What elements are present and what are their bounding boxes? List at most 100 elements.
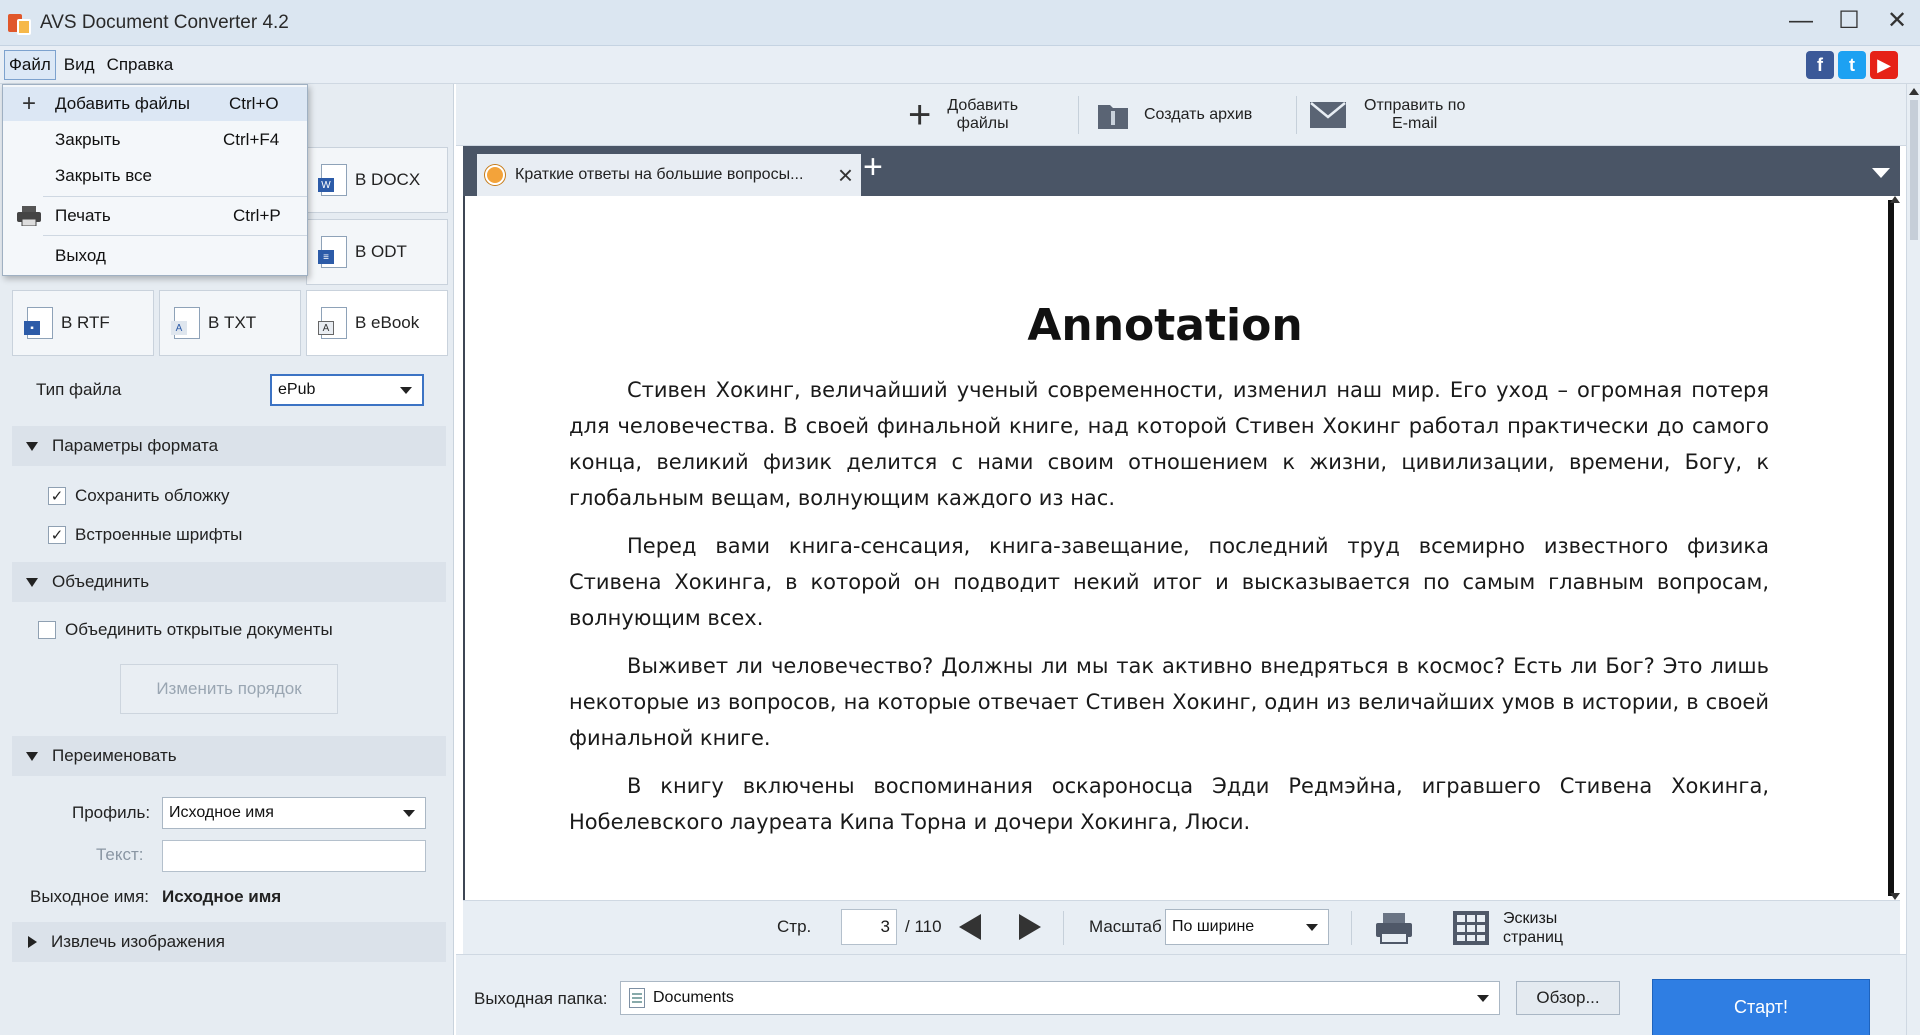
start-button[interactable]: Старт! xyxy=(1652,979,1870,1035)
to-odt-button[interactable]: ≡ В ODT xyxy=(306,219,448,285)
thumbnails-grid-icon xyxy=(1453,911,1489,945)
output-name-value: Исходное имя xyxy=(162,887,282,906)
expand-triangle-icon xyxy=(28,936,37,948)
minimize-button[interactable]: — xyxy=(1788,8,1814,34)
document-viewer[interactable]: Annotation Стивен Хокинг, величайший уче… xyxy=(463,196,1900,900)
create-archive-button[interactable]: Создать архив xyxy=(1096,90,1286,140)
document-tab-bar: Краткие ответы на большие вопросы... × + xyxy=(463,146,1900,196)
to-ebook-button[interactable]: A В eBook xyxy=(306,290,448,356)
scroll-up-icon[interactable] xyxy=(1890,196,1900,203)
file-type-select[interactable]: ePub xyxy=(270,374,424,406)
zoom-select[interactable]: По ширине xyxy=(1165,909,1329,945)
reorder-button: Изменить порядок xyxy=(120,664,338,714)
profile-select[interactable]: Исходное имя xyxy=(162,797,426,829)
embed-fonts-checkbox[interactable]: ✓ Встроенные шрифты xyxy=(48,525,242,545)
menu-bar: Файл Вид Справка f t ▶ xyxy=(0,46,1920,84)
plus-icon: + xyxy=(21,90,36,117)
menu-print[interactable]: Печать Ctrl+P xyxy=(3,199,307,233)
chevron-down-icon xyxy=(1306,924,1318,931)
file-menu-dropdown: + Добавить файлы Ctrl+O Закрыть Ctrl+F4 … xyxy=(2,84,308,276)
scroll-up-icon[interactable] xyxy=(1909,88,1919,95)
menu-exit[interactable]: Выход xyxy=(3,239,307,273)
page-total: / 110 xyxy=(905,917,942,936)
chevron-down-icon xyxy=(400,387,412,394)
rename-header[interactable]: Переименовать xyxy=(12,736,446,776)
app-logo-icon xyxy=(6,10,32,36)
format-params-header[interactable]: Параметры формата xyxy=(12,426,446,466)
collapse-triangle-icon xyxy=(26,441,38,451)
add-tab-icon[interactable]: + xyxy=(863,150,883,184)
next-page-icon[interactable] xyxy=(1019,914,1041,940)
profile-label: Профиль: xyxy=(72,803,151,822)
txt-doc-icon: A xyxy=(171,307,200,339)
viewer-scrollbar[interactable] xyxy=(1882,196,1900,900)
main-toolbar: + Добавить файлы Создать архив Отправить… xyxy=(456,84,1906,146)
word-doc-icon: W xyxy=(318,164,347,196)
title-bar: AVS Document Converter 4.2 — ☐ ✕ xyxy=(0,0,1920,46)
prev-page-icon[interactable] xyxy=(959,914,981,940)
document-folder-icon xyxy=(629,988,645,1008)
page-navigation-bar: Стр. 3 / 110 Масштаб По ширине Эскизы ст… xyxy=(463,900,1900,954)
zoom-label: Масштаб xyxy=(1089,917,1162,936)
document-tab[interactable]: Краткие ответы на большие вопросы... × xyxy=(477,154,861,196)
output-folder-select[interactable]: Documents xyxy=(620,981,1500,1015)
rtf-doc-icon: ▪ xyxy=(24,307,53,339)
output-bar: Выходная папка: Documents Обзор... Старт… xyxy=(456,954,1906,1035)
chevron-down-icon xyxy=(1477,995,1489,1002)
odt-doc-icon: ≡ xyxy=(318,236,347,268)
text-label: Текст: xyxy=(96,845,144,864)
document-paragraph: Перед вами книга-сенсация, книга-завещан… xyxy=(569,534,1769,630)
twitter-icon[interactable]: t xyxy=(1838,51,1866,79)
ebook-doc-icon: A xyxy=(318,307,347,339)
page-number-input[interactable]: 3 xyxy=(841,909,897,945)
document-paragraph: Стивен Хокинг, величайший ученый совреме… xyxy=(569,378,1769,510)
send-email-button[interactable]: Отправить по E-mail xyxy=(1310,90,1510,140)
save-cover-checkbox[interactable]: ✓ Сохранить обложку xyxy=(48,486,230,506)
checkmark-icon: ✓ xyxy=(48,487,66,505)
maximize-button[interactable]: ☐ xyxy=(1836,8,1862,34)
menu-help[interactable]: Справка xyxy=(103,51,178,79)
menu-separator xyxy=(43,235,307,236)
page-label: Стр. xyxy=(777,917,812,936)
output-folder-label: Выходная папка: xyxy=(474,989,608,1008)
rename-text-input[interactable] xyxy=(162,840,426,872)
merge-open-docs-checkbox[interactable]: Объединить открытые документы xyxy=(38,620,333,640)
ebook-file-icon xyxy=(485,165,505,185)
page-thumbnails-button[interactable]: Эскизы страниц xyxy=(1453,909,1563,947)
facebook-icon[interactable]: f xyxy=(1806,51,1834,79)
document-title: Annotation xyxy=(1027,300,1303,351)
output-name-label: Выходное имя: xyxy=(30,887,149,906)
envelope-icon xyxy=(1310,102,1346,128)
menu-add-files[interactable]: + Добавить файлы Ctrl+O xyxy=(3,87,307,121)
menu-separator xyxy=(43,196,307,197)
merge-header[interactable]: Объединить xyxy=(12,562,446,602)
window-title: AVS Document Converter 4.2 xyxy=(40,11,289,33)
menu-file[interactable]: Файл xyxy=(4,49,56,80)
menu-close[interactable]: Закрыть Ctrl+F4 xyxy=(3,123,307,157)
menu-view[interactable]: Вид xyxy=(60,51,99,79)
youtube-icon[interactable]: ▶ xyxy=(1870,51,1898,79)
to-txt-button[interactable]: A В TXT xyxy=(159,290,301,356)
scroll-down-icon[interactable] xyxy=(1890,893,1900,900)
file-type-label: Тип файла xyxy=(36,380,122,399)
plus-icon: + xyxy=(908,93,932,137)
scroll-thumb[interactable] xyxy=(1910,100,1918,240)
add-files-button[interactable]: + Добавить файлы xyxy=(908,90,1068,140)
menu-close-all[interactable]: Закрыть все xyxy=(3,159,307,193)
browse-button[interactable]: Обзор... xyxy=(1516,981,1620,1015)
archive-icon xyxy=(1098,105,1128,129)
to-docx-button[interactable]: W В DOCX xyxy=(306,147,448,213)
close-button[interactable]: ✕ xyxy=(1884,8,1910,34)
tab-close-icon[interactable]: × xyxy=(838,162,853,188)
document-paragraph: В книгу включены воспоминания оскароносц… xyxy=(569,774,1769,834)
collapse-triangle-icon xyxy=(26,751,38,761)
printer-icon xyxy=(17,205,41,227)
chevron-down-icon xyxy=(403,810,415,817)
collapse-triangle-icon xyxy=(26,577,38,587)
tab-list-chevron-icon[interactable] xyxy=(1872,168,1890,178)
document-paragraph: Выживет ли человечество? Должны ли мы та… xyxy=(569,654,1769,750)
window-scrollbar[interactable] xyxy=(1906,84,1920,1035)
print-icon[interactable] xyxy=(1375,911,1413,945)
extract-images-header[interactable]: Извлечь изображения xyxy=(12,922,446,962)
to-rtf-button[interactable]: ▪ В RTF xyxy=(12,290,154,356)
